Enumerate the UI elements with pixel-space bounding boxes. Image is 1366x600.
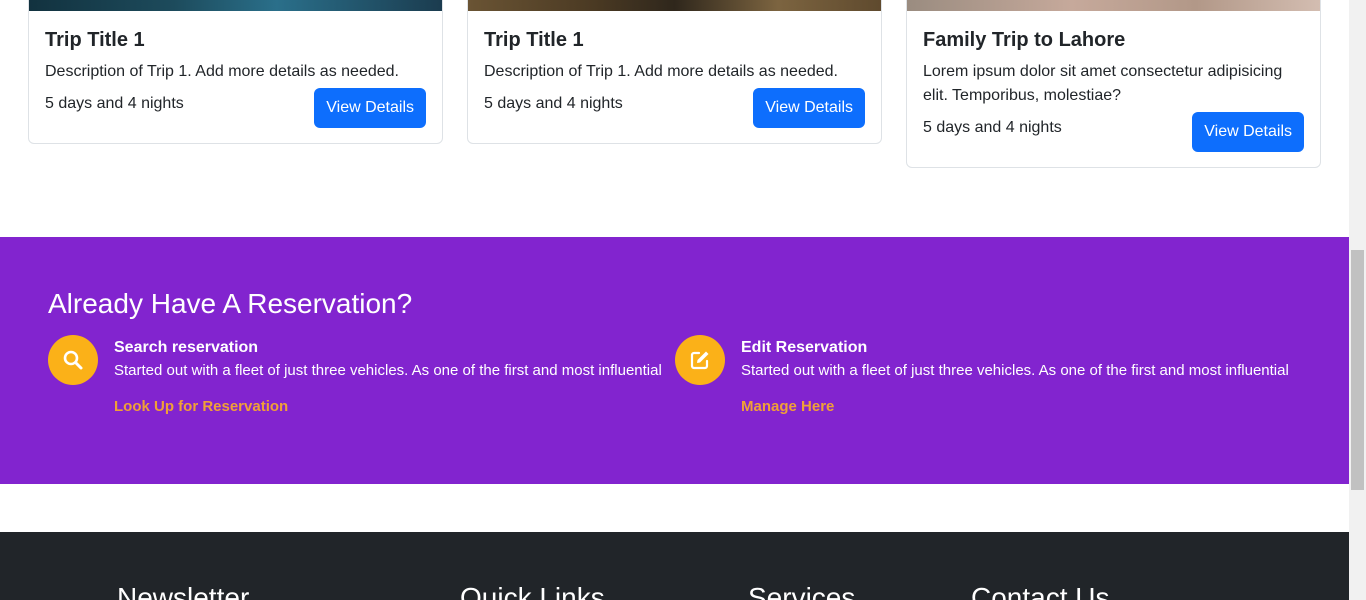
search-reservation-title: Search reservation bbox=[114, 339, 259, 356]
trip-title: Family Trip to Lahore bbox=[923, 29, 1126, 51]
search-icon bbox=[48, 335, 98, 385]
search-reservation-item: Search reservation Started out with a fl… bbox=[48, 335, 662, 416]
trip-duration: 5 days and 4 nights bbox=[484, 95, 623, 112]
view-details-button[interactable]: View Details bbox=[753, 88, 865, 128]
scrollbar-thumb[interactable] bbox=[1351, 250, 1364, 490]
trip-image bbox=[468, 0, 881, 11]
search-reservation-description: Started out with a fleet of just three v… bbox=[114, 362, 662, 379]
trip-image bbox=[907, 0, 1320, 11]
trip-description: Description of Trip 1. Add more details … bbox=[45, 63, 399, 80]
look-up-reservation-link[interactable]: Look Up for Reservation bbox=[114, 398, 288, 415]
footer-heading-services: Services bbox=[748, 582, 856, 600]
trip-card: Trip Title 1 Description of Trip 1. Add … bbox=[28, 0, 443, 144]
trip-description: Lorem ipsum dolor sit amet consectetur a… bbox=[923, 63, 1283, 104]
trip-title: Trip Title 1 bbox=[484, 29, 584, 51]
footer-heading-quick-links: Quick Links bbox=[460, 582, 605, 600]
reservation-heading: Already Have A Reservation? bbox=[48, 288, 413, 319]
reservation-section: Already Have A Reservation? Search reser… bbox=[0, 237, 1349, 484]
trip-duration: 5 days and 4 nights bbox=[45, 95, 184, 112]
edit-reservation-description: Started out with a fleet of just three v… bbox=[741, 362, 1289, 379]
edit-icon bbox=[675, 335, 725, 385]
trip-card: Trip Title 1 Description of Trip 1. Add … bbox=[467, 0, 882, 144]
trip-card: Family Trip to Lahore Lorem ipsum dolor … bbox=[906, 0, 1321, 168]
view-details-button[interactable]: View Details bbox=[314, 88, 426, 128]
footer: Newsletter Quick Links Services Contact … bbox=[0, 532, 1349, 600]
trip-cards-section: Trip Title 1 Description of Trip 1. Add … bbox=[0, 0, 1349, 237]
footer-heading-newsletter: Newsletter bbox=[117, 582, 250, 600]
trip-image bbox=[29, 0, 442, 11]
edit-reservation-item: Edit Reservation Started out with a flee… bbox=[675, 335, 1289, 416]
trip-duration: 5 days and 4 nights bbox=[923, 119, 1062, 136]
page-scrollbar[interactable] bbox=[1349, 0, 1366, 600]
view-details-button[interactable]: View Details bbox=[1192, 112, 1304, 152]
footer-heading-contact-us: Contact Us bbox=[971, 582, 1110, 600]
trip-title: Trip Title 1 bbox=[45, 29, 145, 51]
manage-here-link[interactable]: Manage Here bbox=[741, 398, 834, 415]
edit-reservation-title: Edit Reservation bbox=[741, 339, 868, 356]
trip-description: Description of Trip 1. Add more details … bbox=[484, 63, 838, 80]
